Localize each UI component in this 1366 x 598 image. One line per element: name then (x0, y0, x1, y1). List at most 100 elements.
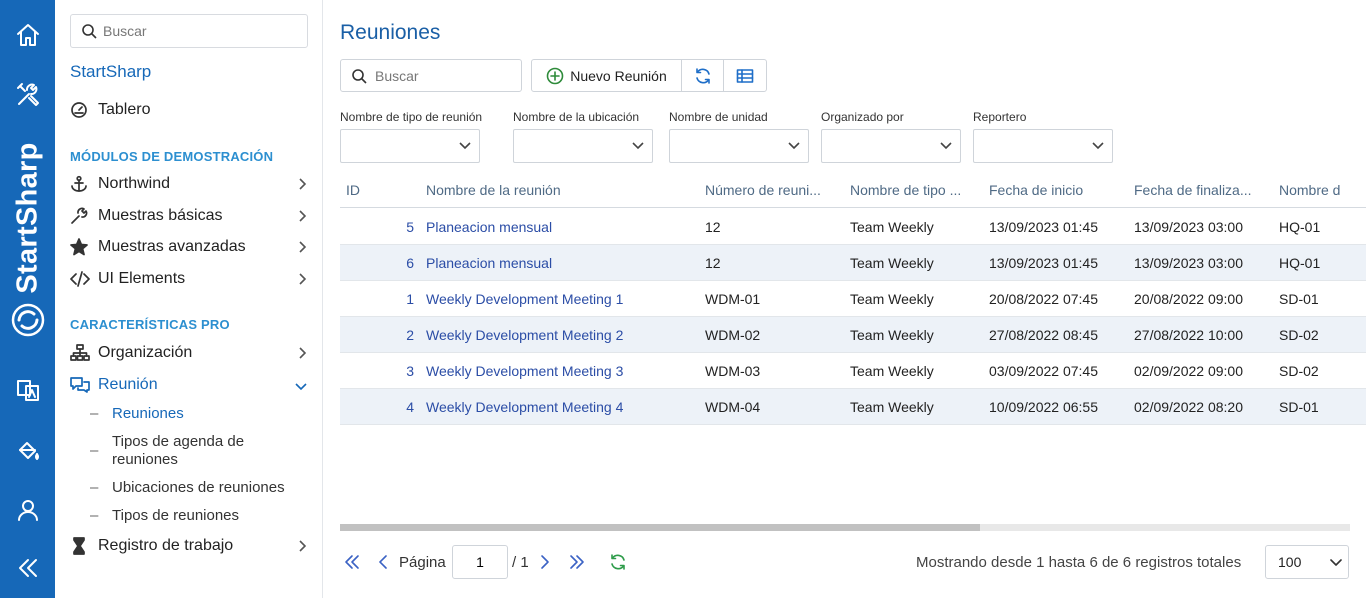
chevron-left-icon (379, 555, 387, 569)
filter-select[interactable] (340, 129, 480, 163)
cell-start: 27/08/2022 08:45 (989, 327, 1098, 343)
sidebar-item-worklog[interactable]: Registro de trabajo (70, 532, 313, 560)
filter-unit: Nombre de unidad (669, 110, 809, 163)
column-header-name[interactable]: Nombre de la reunión (426, 182, 686, 198)
sidebar-item-meeting[interactable]: Reunión (70, 371, 313, 399)
column-header-start[interactable]: Fecha de inicio (989, 182, 1119, 198)
grid-search[interactable] (340, 59, 522, 92)
column-header-unit[interactable]: Nombre d (1279, 182, 1366, 198)
sidebar-item-label: Muestras básicas (98, 207, 223, 224)
collapse-icon[interactable] (0, 548, 55, 588)
sidebar-item-label: Reunión (98, 376, 158, 393)
cell-end: 02/09/2022 08:20 (1134, 399, 1243, 415)
cell-name-link[interactable]: Weekly Development Meeting 2 (426, 327, 623, 343)
cell-name-link[interactable]: Weekly Development Meeting 1 (426, 291, 623, 307)
scrollbar-thumb[interactable] (340, 524, 980, 531)
table-row[interactable]: 2 Weekly Development Meeting 2 WDM-02 Te… (340, 317, 1366, 353)
chevron-right-icon (297, 177, 307, 195)
chevron-down-icon (1330, 559, 1342, 566)
table-row[interactable]: 4 Weekly Development Meeting 4 WDM-04 Te… (340, 389, 1366, 425)
filter-select[interactable] (973, 129, 1113, 163)
cell-name-link[interactable]: Weekly Development Meeting 4 (426, 399, 623, 415)
star-icon (70, 238, 92, 256)
new-meeting-button[interactable]: Nuevo Reunión (532, 60, 682, 91)
cell-name-link[interactable]: Planeacion mensual (426, 219, 552, 235)
cell-name-link[interactable]: Planeacion mensual (426, 255, 552, 271)
first-page-button[interactable] (344, 545, 360, 579)
table-row[interactable]: 3 Weekly Development Meeting 3 WDM-03 Te… (340, 353, 1366, 389)
cell-id: 3 (406, 363, 414, 379)
next-page-button[interactable] (540, 545, 550, 579)
filter-select[interactable] (513, 129, 653, 163)
cell-type: Team Weekly (850, 327, 934, 343)
sidebar-item-basic-samples[interactable]: Muestras básicas (70, 202, 313, 230)
filter-select[interactable] (821, 129, 961, 163)
cell-name-link[interactable]: Weekly Development Meeting 3 (426, 363, 623, 379)
search-icon (82, 24, 97, 39)
home-icon[interactable] (0, 15, 55, 55)
chevron-down-icon (1092, 142, 1104, 150)
cell-unit: SD-01 (1279, 291, 1319, 307)
sitemap-icon (70, 344, 92, 362)
page-size-select[interactable]: 100 (1265, 545, 1349, 579)
cell-start: 13/09/2023 01:45 (989, 219, 1098, 235)
pager-info: Mostrando desde 1 hasta 6 de 6 registros… (916, 553, 1242, 571)
user-icon[interactable] (0, 490, 55, 530)
app-name: StartSharp (70, 62, 152, 81)
cell-start: 13/09/2023 01:45 (989, 255, 1098, 271)
prev-page-button[interactable] (378, 545, 388, 579)
cell-number: WDM-04 (705, 399, 761, 415)
horizontal-scrollbar[interactable] (340, 524, 1350, 531)
sidebar-sub-meetings[interactable]: – Reuniones (90, 405, 305, 423)
refresh-button[interactable] (682, 60, 724, 91)
sidebar-search[interactable] (70, 14, 308, 48)
main-panel: Reuniones Nuevo Reunión Nombre de tipo d… (324, 0, 1366, 598)
chevron-down-icon (632, 142, 644, 150)
filter-label: Reportero (973, 110, 1027, 124)
cell-start: 10/09/2022 06:55 (989, 399, 1098, 415)
page-number-field[interactable] (452, 545, 508, 579)
pager-refresh-button[interactable] (609, 545, 627, 579)
sidebar-sub-meeting-types[interactable]: – Tipos de reuniones (90, 507, 305, 525)
last-page-button[interactable] (569, 545, 585, 579)
translate-icon[interactable] (0, 370, 55, 410)
page-number-input[interactable] (452, 545, 508, 579)
column-header-end[interactable]: Fecha de finaliza... (1134, 182, 1264, 198)
table-icon (736, 68, 754, 83)
wrench-icon (70, 207, 92, 225)
grid-search-input[interactable] (375, 67, 515, 84)
sidebar-item-northwind[interactable]: Northwind (70, 170, 313, 198)
column-picker-button[interactable] (724, 60, 766, 91)
sidebar-item-ui-elements[interactable]: UI Elements (70, 265, 313, 293)
cell-type: Team Weekly (850, 363, 934, 379)
chevron-right-icon (297, 539, 307, 557)
sidebar-sub-locations[interactable]: – Ubicaciones de reuniones (90, 479, 305, 497)
column-header-id[interactable]: ID (346, 182, 406, 198)
new-meeting-label: Nuevo Reunión (570, 67, 667, 84)
filter-select[interactable] (669, 129, 809, 163)
code-icon (70, 270, 92, 288)
chevron-right-icon (541, 555, 549, 569)
table-row[interactable]: 5 Planeacion mensual 12 Team Weekly 13/0… (340, 209, 1366, 245)
cell-id: 5 (406, 219, 414, 235)
column-header-type[interactable]: Nombre de tipo ... (850, 182, 975, 198)
cell-number: 12 (705, 255, 721, 271)
paint-bucket-icon[interactable] (0, 430, 55, 470)
filter-reporter: Reportero (973, 110, 1113, 163)
chevron-down-icon (295, 378, 307, 396)
sidebar-item-label: UI Elements (98, 270, 186, 287)
sidebar-search-input[interactable] (103, 23, 303, 39)
tools-icon[interactable] (0, 75, 55, 115)
hourglass-icon (70, 537, 92, 555)
cell-id: 4 (406, 399, 414, 415)
table-row[interactable]: 6 Planeacion mensual 12 Team Weekly 13/0… (340, 245, 1366, 281)
sidebar-item-label: Northwind (98, 175, 171, 192)
sidebar-item-organization[interactable]: Organización (70, 339, 313, 367)
sidebar-item-dashboard[interactable]: Tablero (70, 96, 313, 124)
table-row[interactable]: 1 Weekly Development Meeting 1 WDM-01 Te… (340, 281, 1366, 317)
cell-start: 03/09/2022 07:45 (989, 363, 1098, 379)
column-header-number[interactable]: Número de reuni... (705, 182, 835, 198)
sidebar-item-label: Tablero (98, 101, 151, 118)
sidebar-sub-agenda-types[interactable]: – Tipos de agenda de reuniones (90, 433, 305, 469)
sidebar-item-advanced-samples[interactable]: Muestras avanzadas (70, 233, 313, 261)
